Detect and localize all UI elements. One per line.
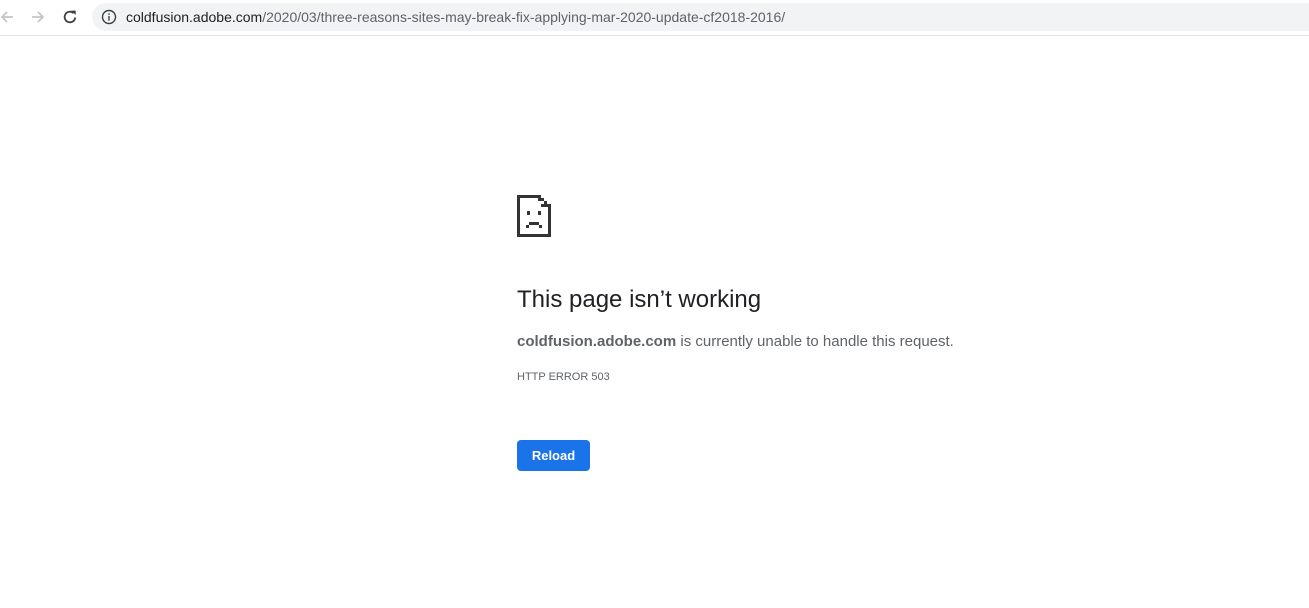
reload-page-button[interactable]: Reload	[517, 440, 590, 471]
address-bar[interactable]: coldfusion.adobe.com/2020/03/three-reaso…	[92, 3, 1309, 31]
reload-icon	[63, 10, 77, 24]
url-text[interactable]: coldfusion.adobe.com/2020/03/three-reaso…	[126, 9, 785, 25]
url-host: coldfusion.adobe.com	[126, 9, 263, 25]
info-icon[interactable]	[101, 9, 117, 25]
forward-button[interactable]	[25, 4, 51, 30]
arrow-left-icon	[0, 11, 13, 23]
error-code: HTTP ERROR 503	[517, 371, 610, 383]
sad-document-icon	[517, 195, 551, 237]
page-title: This page isn’t working	[517, 286, 762, 313]
browser-toolbar: coldfusion.adobe.com/2020/03/three-reaso…	[0, 0, 1309, 36]
reload-button[interactable]	[57, 4, 83, 30]
back-button[interactable]	[0, 4, 20, 30]
error-host: coldfusion.adobe.com	[517, 333, 677, 350]
error-message-suffix: is currently unable to handle this reque…	[676, 333, 954, 350]
error-message: coldfusion.adobe.com is currently unable…	[517, 332, 954, 352]
arrow-right-icon	[32, 11, 45, 23]
url-path: /2020/03/three-reasons-sites-may-break-f…	[262, 9, 786, 25]
